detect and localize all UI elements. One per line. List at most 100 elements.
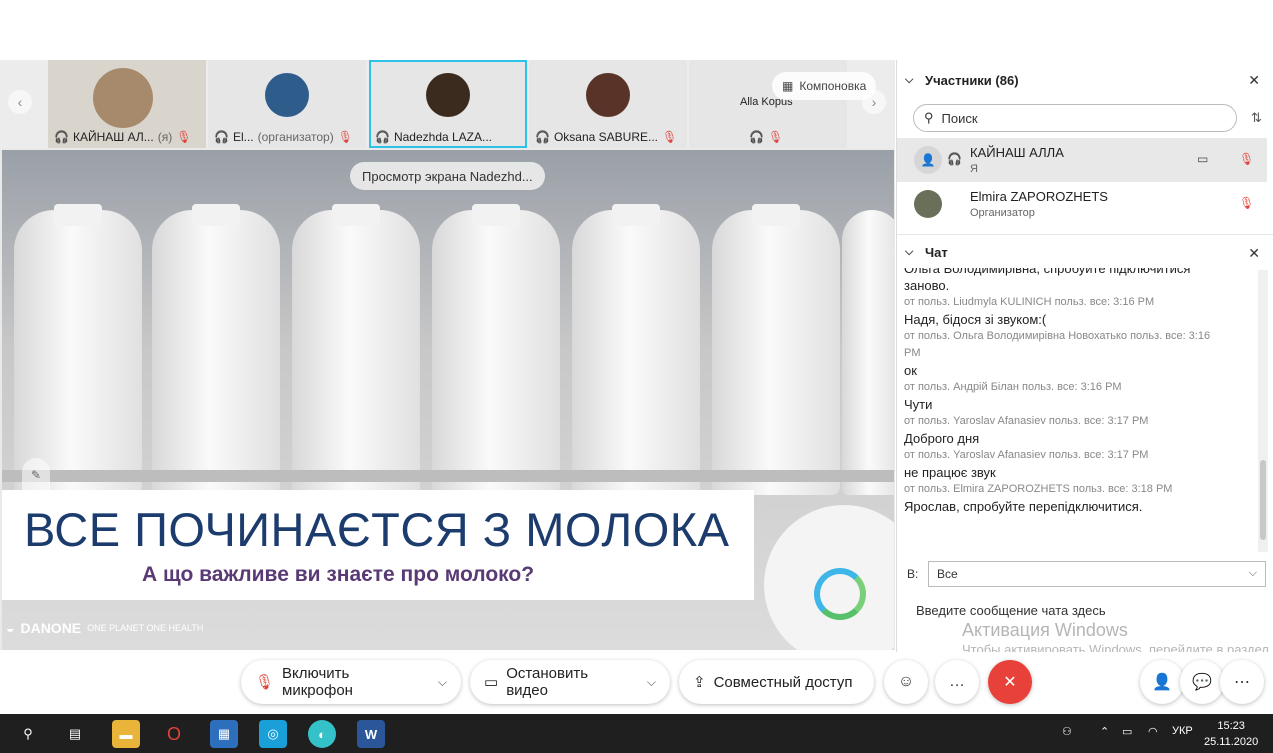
close-icon[interactable]: ✕ (1248, 72, 1260, 89)
chat-message: Ольга Володимирівна, спробуйте підключит… (904, 268, 1191, 276)
headset-icon: 🎧 (535, 130, 550, 144)
person-icon: 👤 (1152, 674, 1172, 691)
thumbnail-organizer[interactable]: 🎧 El... (организатор) 🎙 (208, 60, 366, 148)
shared-screen: Просмотр экрана Nadezhd... ✎ ☍ ⊕ ⊖ ВСЕ П… (2, 150, 894, 650)
word-icon[interactable]: W (357, 720, 385, 748)
language-indicator[interactable]: УКР (1172, 725, 1193, 737)
top-blank-area (0, 0, 1273, 60)
view-screen-pill[interactable]: Просмотр экрана Nadezhd... (350, 162, 545, 190)
muted-mic-icon[interactable]: 🎙 (1239, 152, 1254, 166)
participants-button[interactable]: 👤 (1140, 660, 1184, 704)
participants-title: Участники (86) (925, 72, 1019, 88)
share-button[interactable]: ⇪ Совместный доступ (679, 660, 874, 704)
muted-mic-icon[interactable]: 🎙 (1239, 196, 1254, 210)
sort-icon[interactable]: ⇅ (1251, 110, 1262, 126)
participant-row-organizer[interactable]: Elmira ZAPOROZHETS Организатор 🎙 (897, 182, 1267, 226)
leave-meeting-button[interactable]: ✕ (988, 660, 1032, 704)
chat-header[interactable]: ⌵ Чат ✕ (897, 234, 1273, 270)
chat-scrollbar[interactable] (1258, 270, 1268, 552)
video-thumbnail-strip: 🎧 КАЙНАШ АЛ... (я) 🎙 🎧 El... (организато… (0, 60, 895, 148)
panel-more-button[interactable]: ⋯ (1220, 660, 1264, 704)
thumbnail-role: (организатор) (257, 130, 334, 144)
participant-role: Я (970, 163, 978, 175)
battery-icon[interactable]: ▭ (1122, 725, 1132, 738)
webex-logo-icon (814, 568, 866, 620)
chat-message: ок (904, 363, 917, 378)
slide-subtitle: А що важливе ви знаєте про молоко? (142, 563, 535, 586)
search-icon[interactable]: ⚲ (14, 720, 42, 748)
recipient-label: В: (907, 567, 919, 581)
close-icon[interactable]: ✕ (1248, 245, 1260, 262)
person-icon: 👤 (914, 146, 942, 174)
muted-mic-icon: 🎙 (176, 130, 192, 144)
chat-message: Надя, бідося зі звуком:( (904, 312, 1047, 327)
people-icon[interactable]: ⚇ (1062, 725, 1072, 738)
danone-logo-icon: ◒ (6, 620, 15, 636)
clock-date: 25.11.2020 (1204, 736, 1259, 748)
search-icon: ⚲ (924, 110, 934, 125)
share-label: Совместный доступ (713, 673, 853, 691)
thumbnail-self[interactable]: 🎧 КАЙНАШ АЛ... (я) 🎙 (48, 60, 206, 148)
clock[interactable]: 15:23 25.11.2020 (1204, 718, 1258, 750)
thumbnail-participant[interactable]: 🎧 Oksana SABURE... 🎙 (529, 60, 687, 148)
bottle-image (572, 204, 700, 495)
close-icon: ✕ (1003, 674, 1017, 691)
headset-icon: 🎧 (214, 130, 229, 144)
file-explorer-icon[interactable]: ▬ (112, 720, 140, 748)
video-button[interactable]: ▭ Остановить видео ⌵ (470, 660, 670, 704)
mic-label: Включить микрофон (282, 665, 353, 699)
calculator-icon[interactable]: ▦ (210, 720, 238, 748)
bottle-image (292, 204, 420, 495)
brand-tagline: ONE PLANET ONE HEALTH (87, 623, 204, 633)
chevron-left-icon[interactable]: ‹ (8, 90, 32, 114)
thumbnail-label: 🎧 El... (организатор) 🎙 (208, 128, 366, 146)
video-label: Остановить видео (506, 665, 589, 699)
chat-message: Доброго дня (904, 431, 980, 446)
thumbnail-name: El... (232, 130, 254, 144)
muted-mic-icon: 🎙 (255, 674, 275, 691)
layout-button[interactable]: ▦ Компоновка (772, 72, 877, 100)
task-view-icon[interactable]: ▤ (61, 720, 89, 748)
chevron-down-icon[interactable]: ⌵ (647, 675, 656, 690)
thumbnail-name: Nadezhda LAZA... (393, 130, 493, 144)
reactions-button[interactable]: ☺ (884, 660, 928, 704)
bottle-image (842, 210, 894, 495)
mic-button[interactable]: 🎙 Включить микрофон ⌵ (241, 660, 461, 704)
meeting-controls: 🎙 Включить микрофон ⌵ ▭ Остановить видео… (0, 652, 1273, 714)
more-icon: ⋯ (1234, 674, 1250, 691)
recipient-select[interactable]: Все ⌵ (928, 561, 1266, 587)
participant-name: КАЙНАШ АЛЛА (970, 145, 1064, 160)
slide-title: ВСЕ ПОЧИНАЄТСЯ З МОЛОКА (24, 503, 730, 556)
participant-row-self[interactable]: 👤 🎧 КАЙНАШ АЛЛА Я ▭ 🎙 (897, 138, 1267, 182)
camera-icon[interactable]: ▭ (1197, 152, 1208, 166)
opera-icon[interactable]: O (160, 720, 188, 748)
chat-icon: 💬 (1192, 674, 1212, 691)
layout-button-label: Компоновка (799, 79, 867, 93)
chevron-down-icon: ⌵ (905, 73, 914, 86)
more-options-button[interactable]: … (935, 660, 979, 704)
recipient-value: Все (937, 567, 958, 581)
app-icon[interactable]: ◎ (259, 720, 287, 748)
chat-button[interactable]: 💬 (1180, 660, 1224, 704)
participant-role: Организатор (970, 207, 1035, 219)
chevron-up-icon[interactable]: ⌃ (1100, 725, 1109, 738)
participants-header[interactable]: ⌵ Участники (86) ✕ (897, 62, 1273, 98)
chat-meta: от польз. Elmira ZAPOROZHETS польз. все:… (904, 483, 1173, 495)
search-placeholder: Поиск (941, 110, 978, 126)
meeting-stage: 🎧 КАЙНАШ АЛ... (я) 🎙 🎧 El... (организато… (0, 60, 895, 650)
chat-input[interactable]: Введите сообщение чата здесь (916, 603, 1106, 618)
view-screen-label: Просмотр экрана Nadezhd... (362, 168, 533, 184)
webex-icon[interactable]: ◐ (308, 720, 336, 748)
wifi-icon[interactable]: ◠ (1148, 725, 1158, 738)
chevron-down-icon[interactable]: ⌵ (438, 675, 447, 690)
headset-icon: 🎧 (947, 152, 962, 166)
windows-taskbar: ⚲ ▤ ▬ O ▦ ◎ ◐ W ⚇ ⌃ ▭ ◠ УКР 15:23 25.11.… (0, 714, 1273, 753)
search-input[interactable]: ⚲ Поиск (913, 104, 1237, 132)
bottle-image (152, 204, 280, 495)
avatar (426, 73, 470, 117)
shelf (2, 470, 894, 482)
thumbnail-presenter[interactable]: 🎧 Nadezhda LAZA... (369, 60, 527, 148)
annotate-icon[interactable]: ✎ (22, 458, 50, 492)
chat-message: Чути (904, 397, 933, 412)
chat-meta: от польз. Liudmyla KULINICH польз. все: … (904, 296, 1155, 308)
